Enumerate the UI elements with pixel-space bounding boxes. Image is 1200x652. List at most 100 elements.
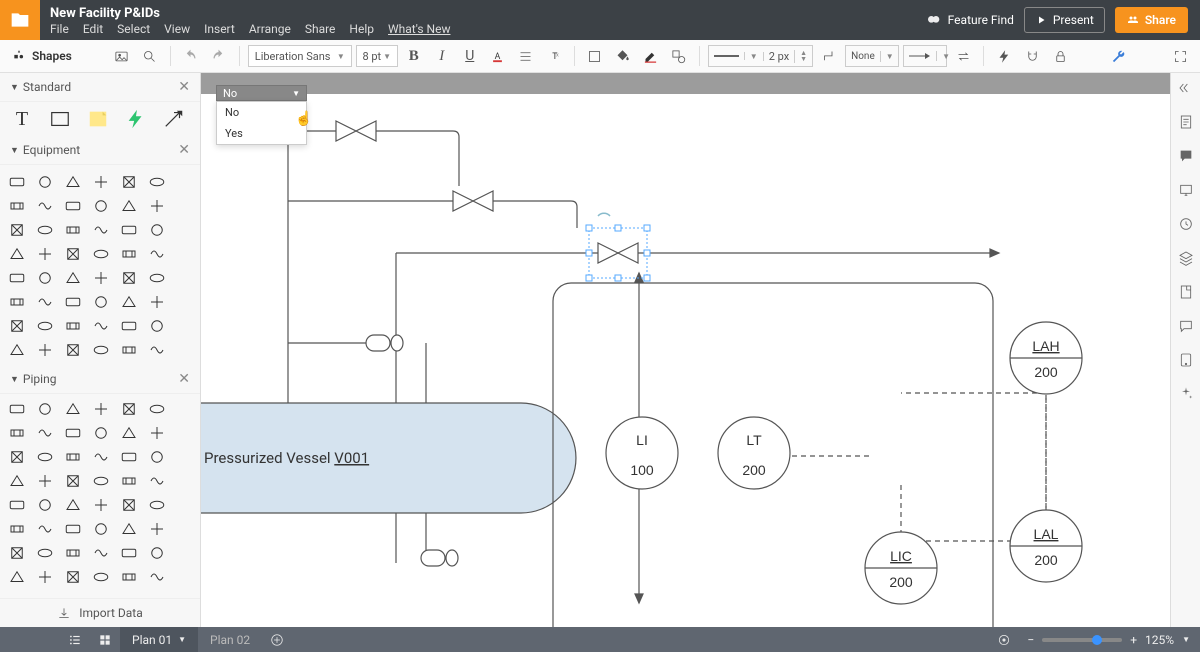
menu-share[interactable]: Share <box>305 22 336 36</box>
slides-icon[interactable] <box>1177 181 1195 199</box>
piping-shape-36[interactable] <box>8 544 26 562</box>
piping-shape-38[interactable] <box>64 544 82 562</box>
piping-shape-42[interactable] <box>8 568 26 586</box>
chat-icon[interactable] <box>1177 317 1195 335</box>
equipment-shape-9[interactable] <box>92 197 110 215</box>
equipment-shape-4[interactable] <box>120 173 138 191</box>
menu-help[interactable]: Help <box>349 22 374 36</box>
document-title[interactable]: New Facility P&IDs <box>50 6 926 21</box>
piping-shape-27[interactable] <box>92 496 110 514</box>
dropdown-option-no[interactable]: No <box>217 102 306 123</box>
piping-shape-6[interactable] <box>8 424 26 442</box>
equipment-shape-30[interactable] <box>8 293 26 311</box>
equipment-shape-45[interactable] <box>92 341 110 359</box>
piping-shape-8[interactable] <box>64 424 82 442</box>
zoom-slider[interactable] <box>1042 638 1122 642</box>
equipment-shape-18[interactable] <box>8 245 26 263</box>
equipment-shape-31[interactable] <box>36 293 54 311</box>
piping-shape-45[interactable] <box>92 568 110 586</box>
present-button[interactable]: Present <box>1024 7 1105 33</box>
equipment-shape-20[interactable] <box>64 245 82 263</box>
equipment-shape-27[interactable] <box>92 269 110 287</box>
equipment-shape-23[interactable] <box>148 245 166 263</box>
equipment-shape-0[interactable] <box>8 173 26 191</box>
equipment-shape-40[interactable] <box>120 317 138 335</box>
canvas[interactable]: Pressurized Vessel V001 <box>201 73 1170 627</box>
grid-view-icon[interactable] <box>90 627 120 652</box>
equipment-shape-44[interactable] <box>64 341 82 359</box>
shape-text[interactable]: T <box>8 108 36 130</box>
add-page-icon[interactable] <box>262 627 292 652</box>
menu-view[interactable]: View <box>164 22 190 36</box>
history-icon[interactable] <box>1177 215 1195 233</box>
bold-icon[interactable]: B <box>402 44 426 68</box>
close-icon[interactable]: ✕ <box>178 79 190 95</box>
target-icon[interactable] <box>989 633 1019 647</box>
piping-shape-40[interactable] <box>120 544 138 562</box>
piping-shape-9[interactable] <box>92 424 110 442</box>
equipment-shape-43[interactable] <box>36 341 54 359</box>
magnet-icon[interactable] <box>1020 44 1044 68</box>
section-piping[interactable]: ▼ Piping ✕ <box>0 365 200 394</box>
piping-shape-46[interactable] <box>120 568 138 586</box>
piping-shape-35[interactable] <box>148 520 166 538</box>
layers-icon[interactable] <box>1177 249 1195 267</box>
shape-arrow[interactable] <box>160 108 188 130</box>
close-icon[interactable]: ✕ <box>178 371 190 387</box>
fullscreen-icon[interactable] <box>1168 44 1192 68</box>
underline-icon[interactable]: U <box>458 44 482 68</box>
equipment-shape-41[interactable] <box>148 317 166 335</box>
piping-shape-3[interactable] <box>92 400 110 418</box>
piping-shape-2[interactable] <box>64 400 82 418</box>
equipment-shape-6[interactable] <box>8 197 26 215</box>
import-data-button[interactable]: Import Data <box>0 598 200 627</box>
equipment-shape-15[interactable] <box>92 221 110 239</box>
comment-icon[interactable] <box>1177 147 1195 165</box>
equipment-shape-37[interactable] <box>36 317 54 335</box>
redo-icon[interactable] <box>207 44 231 68</box>
menu-insert[interactable]: Insert <box>204 22 235 36</box>
italic-icon[interactable]: I <box>430 44 454 68</box>
equipment-shape-10[interactable] <box>120 197 138 215</box>
text-color-icon[interactable]: A <box>486 44 510 68</box>
page-tab-2[interactable]: Plan 02 <box>198 627 262 652</box>
tablet-icon[interactable] <box>1177 351 1195 369</box>
equipment-shape-7[interactable] <box>36 197 54 215</box>
equipment-shape-17[interactable] <box>148 221 166 239</box>
menu-select[interactable]: Select <box>117 22 150 36</box>
fill-bucket-icon[interactable] <box>611 44 635 68</box>
image-icon[interactable] <box>110 44 134 68</box>
equipment-shape-14[interactable] <box>64 221 82 239</box>
menu-whats-new[interactable]: What's New <box>388 22 450 36</box>
piping-shape-34[interactable] <box>120 520 138 538</box>
option-dropdown[interactable]: No ▼ <box>216 85 307 101</box>
page-tab-1[interactable]: Plan 01▼ <box>120 627 198 652</box>
equipment-shape-26[interactable] <box>64 269 82 287</box>
equipment-shape-28[interactable] <box>120 269 138 287</box>
piping-shape-23[interactable] <box>148 472 166 490</box>
equipment-shape-32[interactable] <box>64 293 82 311</box>
piping-shape-11[interactable] <box>148 424 166 442</box>
piping-shape-13[interactable] <box>36 448 54 466</box>
feature-find-button[interactable]: Feature Find <box>926 12 1014 28</box>
piping-shape-47[interactable] <box>148 568 166 586</box>
piping-shape-20[interactable] <box>64 472 82 490</box>
equipment-shape-3[interactable] <box>92 173 110 191</box>
shape-style-icon[interactable] <box>667 44 691 68</box>
align-icon[interactable] <box>514 44 538 68</box>
piping-shape-15[interactable] <box>92 448 110 466</box>
piping-shape-44[interactable] <box>64 568 82 586</box>
section-standard[interactable]: ▼ Standard ✕ <box>0 73 200 102</box>
piping-shape-29[interactable] <box>148 496 166 514</box>
piping-shape-1[interactable] <box>36 400 54 418</box>
piping-shape-37[interactable] <box>36 544 54 562</box>
piping-shape-5[interactable] <box>148 400 166 418</box>
piping-shape-12[interactable] <box>8 448 26 466</box>
piping-shape-17[interactable] <box>148 448 166 466</box>
equipment-shape-22[interactable] <box>120 245 138 263</box>
dropdown-option-yes[interactable]: Yes <box>217 123 306 144</box>
piping-shape-4[interactable] <box>120 400 138 418</box>
piping-shape-43[interactable] <box>36 568 54 586</box>
collapse-panel-icon[interactable] <box>1177 79 1195 97</box>
font-size-select[interactable]: 8 pt ▼ <box>356 45 398 67</box>
